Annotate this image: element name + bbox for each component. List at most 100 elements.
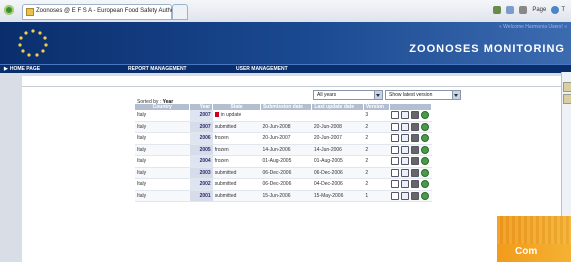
export-icon[interactable]	[421, 145, 430, 154]
table-row[interactable]: Italy 2002 submitted 06-Dec-2006 04-Dec-2006…	[135, 178, 432, 191]
view-icon[interactable]	[391, 122, 400, 131]
in-update-flag-icon	[214, 112, 219, 118]
view-icon[interactable]	[391, 168, 400, 177]
cell-year-text: 2003	[199, 169, 211, 176]
cell-submission-date: 06-Dec-2006	[260, 178, 312, 191]
export-icon[interactable]	[421, 180, 430, 189]
year-filter-select[interactable]: All years	[313, 90, 383, 100]
nav-report-label: REPORT MANAGEMENT	[128, 66, 187, 72]
print-icon[interactable]	[411, 180, 420, 189]
cell-year-text: 2001	[199, 192, 211, 199]
cell-country-text: Italy	[137, 146, 147, 153]
cell-country-text: Italy	[137, 112, 147, 119]
version-filter-value: Show latest version	[389, 92, 433, 98]
tools-icon	[551, 6, 560, 14]
export-icon[interactable]	[421, 122, 430, 131]
view-icon[interactable]	[391, 191, 400, 200]
cell-country: Italy	[135, 190, 190, 202]
cell-actions	[389, 167, 432, 179]
cell-country: Italy	[135, 121, 190, 133]
cell-country-text: Italy	[137, 181, 147, 188]
cell-actions	[389, 110, 432, 122]
nav-home-page[interactable]: ▶ HOME PAGE	[4, 65, 40, 73]
print-icon[interactable]	[411, 134, 420, 143]
cell-last-update-date-text: 15-May-2006	[313, 192, 344, 199]
cell-actions	[389, 155, 432, 168]
print-button[interactable]	[519, 6, 528, 14]
cell-last-update-date: 04-Dec-2006	[311, 178, 364, 191]
cell-country-text: Italy	[137, 169, 147, 176]
cell-version: 2	[363, 121, 390, 133]
export-icon[interactable]	[421, 134, 430, 143]
panel-tool-icon[interactable]	[563, 94, 571, 104]
table-row[interactable]: Italy 2006 frozen 20-Jun-2007 20-Jun-2007 2	[135, 132, 432, 145]
edit-icon[interactable]	[401, 168, 410, 177]
edit-icon[interactable]	[401, 145, 410, 154]
view-icon[interactable]	[391, 111, 400, 120]
cell-year[interactable]: 2007	[189, 121, 213, 133]
nav-user-management[interactable]: USER MANAGEMENT	[236, 65, 288, 73]
export-icon[interactable]	[421, 168, 430, 177]
table-row[interactable]: Italy 2007 submitted 20-Jun-2008 20-Jun-2008…	[135, 121, 432, 133]
cell-year-text: 2006	[199, 135, 211, 142]
view-icon[interactable]	[391, 157, 400, 166]
promo-banner[interactable]: Com	[497, 216, 571, 262]
cell-country: Italy	[135, 144, 190, 156]
cell-state: frozen	[212, 144, 261, 156]
page-menu[interactable]: Page	[532, 7, 546, 13]
panel-tool-icon[interactable]	[563, 82, 571, 92]
nav-home-label: HOME PAGE	[9, 66, 41, 72]
edit-icon[interactable]	[401, 111, 410, 120]
nav-arrow-icon: ▶	[4, 66, 8, 72]
cell-last-update-date-text: 20-Jun-2007	[313, 135, 342, 142]
export-icon[interactable]	[421, 157, 430, 166]
cell-last-update-date: 06-Dec-2006	[311, 167, 364, 179]
export-icon[interactable]	[421, 191, 430, 200]
print-icon[interactable]	[411, 168, 420, 177]
chevron-down-icon[interactable]	[452, 91, 460, 99]
print-icon[interactable]	[411, 122, 420, 131]
table-row[interactable]: Italy 2001 submitted 15-Jun-2006 15-May-2006…	[135, 190, 432, 202]
browser-favorites-icon[interactable]	[4, 5, 14, 15]
cell-last-update-date-text: 14-Jun-2006	[313, 146, 342, 153]
home-button[interactable]	[493, 6, 502, 14]
cell-year[interactable]: 2001	[189, 190, 213, 202]
edit-icon[interactable]	[401, 157, 410, 166]
export-icon[interactable]	[421, 111, 430, 120]
view-icon[interactable]	[391, 134, 400, 143]
browser-tab[interactable]: Zoonoses @ E F S A - European Food Safet…	[22, 4, 182, 20]
table-row[interactable]: Italy 2004 frozen 01-Aug-2005 01-Aug-2005 2	[135, 155, 432, 168]
table-row[interactable]: Italy 2007 in update 3	[135, 110, 432, 122]
tools-menu[interactable]: T	[551, 6, 565, 14]
nav-report-management[interactable]: REPORT MANAGEMENT	[128, 65, 187, 73]
main-navbar: ▶ HOME PAGE REPORT MANAGEMENT USER MANAGE…	[0, 64, 571, 73]
edit-icon[interactable]	[401, 191, 410, 200]
reports-table: Country Year State Submission date Last …	[135, 104, 433, 202]
browser-toolbar: Zoonoses @ E F S A - European Food Safet…	[0, 0, 571, 23]
cell-year[interactable]: 2002	[189, 178, 213, 191]
print-icon[interactable]	[411, 157, 420, 166]
chevron-down-icon[interactable]	[374, 91, 382, 99]
edit-icon[interactable]	[401, 122, 410, 131]
cell-year[interactable]: 2007	[189, 110, 213, 122]
cell-year[interactable]: 2005	[189, 144, 213, 156]
print-icon[interactable]	[411, 191, 420, 200]
print-icon[interactable]	[411, 145, 420, 154]
edit-icon[interactable]	[401, 134, 410, 143]
cell-state-text: frozen	[214, 158, 229, 165]
view-icon[interactable]	[391, 180, 400, 189]
feeds-button[interactable]	[506, 6, 515, 14]
cell-submission-date: 01-Aug-2005	[260, 155, 312, 168]
table-row[interactable]: Italy 2003 submitted 06-Dec-2006 06-Dec-2006…	[135, 167, 432, 179]
version-filter-select[interactable]: Show latest version	[385, 90, 461, 100]
view-icon[interactable]	[391, 145, 400, 154]
print-icon[interactable]	[411, 111, 420, 120]
cell-year[interactable]: 2004	[189, 155, 213, 168]
cell-year[interactable]: 2003	[189, 167, 213, 179]
cell-year[interactable]: 2006	[189, 132, 213, 145]
cell-submission-date: 06-Dec-2006	[260, 167, 312, 179]
cell-last-update-date: 20-Jun-2007	[311, 132, 364, 145]
new-tab-button[interactable]	[172, 4, 188, 20]
edit-icon[interactable]	[401, 180, 410, 189]
table-row[interactable]: Italy 2005 frozen 14-Jun-2006 14-Jun-2006 2	[135, 144, 432, 156]
